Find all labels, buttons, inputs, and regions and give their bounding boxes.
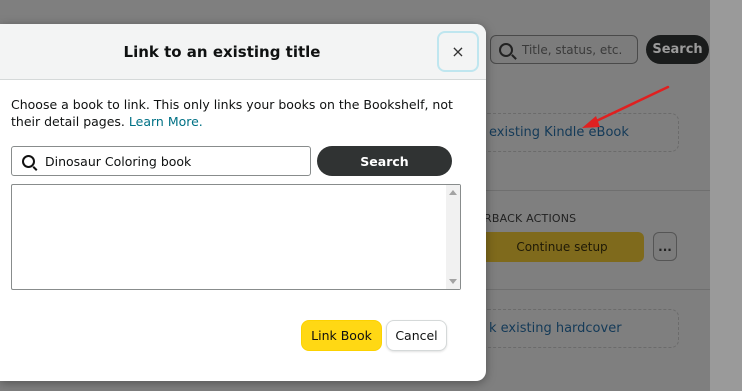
search-results-list[interactable] — [11, 184, 461, 290]
search-button[interactable]: Search — [317, 146, 452, 176]
scroll-up-arrow-icon[interactable] — [449, 190, 457, 195]
dialog-header: Link to an existing title × — [0, 24, 486, 80]
more-actions-button[interactable]: ... — [653, 232, 677, 261]
page-right-margin — [710, 0, 742, 391]
bookshelf-search-placeholder: Title, status, etc. — [522, 42, 623, 57]
link-hardcover-label: k existing hardcover — [489, 321, 622, 336]
cancel-button[interactable]: Cancel — [386, 320, 447, 351]
dialog-title: Link to an existing title — [123, 43, 321, 61]
learn-more-link[interactable]: Learn More. — [129, 114, 203, 129]
search-icon — [22, 154, 35, 168]
bookshelf-search-button[interactable]: Search — [646, 35, 709, 64]
link-hardcover-card[interactable]: k existing hardcover — [480, 309, 679, 348]
link-book-button[interactable]: Link Book — [301, 320, 382, 351]
close-icon: × — [451, 42, 465, 61]
results-scrollbar[interactable] — [446, 185, 460, 289]
bookshelf-search-input[interactable]: Title, status, etc. — [490, 35, 638, 64]
close-button[interactable]: × — [437, 31, 479, 72]
continue-setup-button[interactable]: Continue setup — [480, 232, 644, 262]
dialog-description: Choose a book to link. This only links y… — [11, 96, 477, 130]
divider — [480, 190, 710, 191]
scroll-down-arrow-icon[interactable] — [449, 279, 457, 284]
title-search-field[interactable] — [11, 146, 311, 176]
search-icon — [499, 42, 513, 57]
paperback-actions-label: RBACK ACTIONS — [484, 212, 577, 225]
title-search-input[interactable] — [45, 153, 295, 169]
annotation-arrow-icon — [582, 85, 670, 128]
divider — [480, 289, 710, 290]
link-title-dialog: Link to an existing title × Choose a boo… — [0, 24, 486, 381]
description-text: Choose a book to link. This only links y… — [11, 97, 453, 129]
